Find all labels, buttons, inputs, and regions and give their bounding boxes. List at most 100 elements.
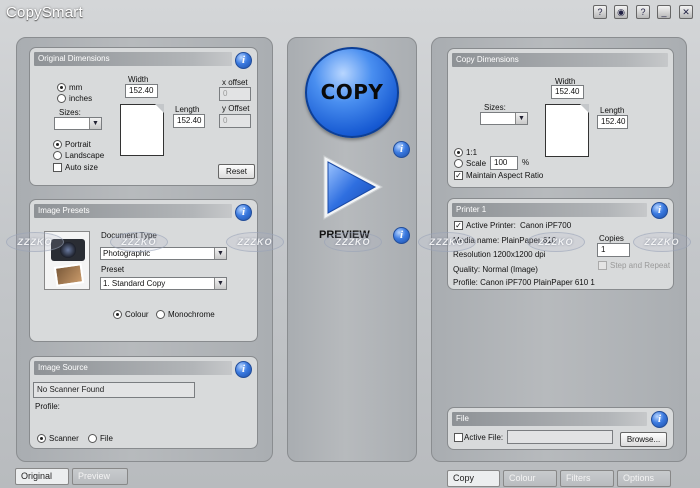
colour-radio[interactable] [113,310,122,319]
info-icon[interactable]: i [651,202,668,219]
colour-label: Colour [125,310,149,319]
width-field[interactable]: 152.40 [125,84,158,98]
scale-radio[interactable] [454,159,463,168]
printer-profile: Profile: Canon iPF700 PlainPaper 610 1 [453,278,595,287]
length-label: Length [175,105,200,114]
tab-options[interactable]: Options [617,470,671,487]
section-header: Printer 1 [452,203,647,217]
sizes-label: Sizes: [59,108,81,117]
close-icon[interactable]: ✕ [679,5,693,19]
x-offset-label: x offset [222,78,248,87]
maintain-aspect-checkbox[interactable]: ✓ [454,171,463,180]
tab-filters[interactable]: Filters [560,470,614,487]
globe-icon[interactable]: ◉ [614,5,628,19]
watermark: ZZZKO [633,232,691,252]
monochrome-label: Monochrome [168,310,215,319]
info-icon[interactable]: i [393,141,410,158]
unit-mm-radio[interactable] [57,83,66,92]
page-icon [120,104,164,156]
active-printer-value: Canon iPF700 [520,221,572,230]
scanner-radio[interactable] [37,434,46,443]
chevron-down-icon: ▼ [515,113,527,124]
browse-button[interactable]: Browse... [620,432,667,447]
active-file-field[interactable] [507,430,613,444]
info-icon[interactable]: i [235,52,252,69]
section-header: Original Dimensions [34,52,232,66]
sizes-select[interactable]: ▼ [54,117,102,130]
scale-field[interactable]: 100 [490,156,518,170]
length-label: Length [600,106,625,115]
active-printer-label: Active Printer: [466,221,516,230]
percent-label: % [522,158,530,167]
page-icon [545,104,589,157]
profile-label: Profile: [35,402,60,411]
watermark: ZZZKO [418,232,476,252]
image-source-section: Image Source i No Scanner Found Profile:… [29,356,258,449]
unit-mm-label: mm [69,83,83,92]
section-header: Image Source [34,361,232,375]
watermark: ZZZKO [6,232,64,252]
unit-inches-label: inches [69,94,93,103]
chevron-down-icon: ▼ [214,248,226,259]
width-field[interactable]: 152.40 [551,85,584,99]
minimize-icon[interactable]: _ [657,5,671,19]
auto-size-label: Auto size [65,163,98,172]
step-repeat-checkbox[interactable] [598,261,607,270]
sizes-label: Sizes: [484,103,506,112]
tab-preview[interactable]: Preview [72,468,128,485]
copy-button[interactable]: COPY [305,47,399,138]
active-file-label: Active File: [464,433,504,442]
app-title: CopySmart [6,4,83,21]
file-section: File i Active File: Browse... [447,407,674,450]
chevron-down-icon: ▼ [89,118,101,129]
original-dimensions-section: Original Dimensions i mm inches Sizes: ▼… [29,47,258,186]
watermark: ZZZKO [527,232,585,252]
monochrome-radio[interactable] [156,310,165,319]
ratio-1-1-label: 1:1 [466,148,478,157]
info-icon[interactable]: i [235,361,252,378]
copies-field[interactable]: 1 [597,243,630,257]
step-repeat-label: Step and Repeat [610,261,671,270]
section-header: Copy Dimensions [452,53,668,67]
file-radio[interactable] [88,434,97,443]
scale-label: Scale [466,159,487,168]
maintain-aspect-label: Maintain Aspect Ratio [466,171,544,180]
quality: Quality: Normal (Image) [453,265,538,274]
length-field[interactable]: 152.40 [597,115,628,129]
scanner-status-field: No Scanner Found [33,382,195,398]
portrait-radio[interactable] [53,140,62,149]
file-label: File [100,434,113,443]
tab-colour[interactable]: Colour [503,470,557,487]
auto-size-checkbox[interactable] [53,163,62,172]
reset-button[interactable]: Reset [218,164,255,179]
help-icon[interactable]: ? [593,5,607,19]
active-file-checkbox[interactable] [454,433,463,442]
scanner-label: Scanner [49,434,79,443]
length-field[interactable]: 152.40 [173,114,205,128]
preset-select[interactable]: 1. Standard Copy ▼ [100,277,227,290]
tab-copy[interactable]: Copy [447,470,500,487]
section-header: File [452,412,647,426]
info-icon[interactable]: i [393,227,410,244]
copy-button-label: COPY [320,80,384,104]
tab-original[interactable]: Original [15,468,69,485]
sizes-select[interactable]: ▼ [480,112,528,125]
copy-dimensions-section: Copy Dimensions Width 152.40 Length 152.… [447,48,674,188]
width-label: Width [128,75,149,84]
info-icon[interactable]: i [651,411,668,428]
landscape-radio[interactable] [53,151,62,160]
portrait-label: Portrait [65,140,91,149]
section-header: Image Presets [34,204,232,218]
copies-label: Copies [599,234,624,243]
unit-inches-radio[interactable] [57,94,66,103]
resolution: Resolution 1200x1200 dpi [453,250,546,259]
question-icon[interactable]: ? [636,5,650,19]
y-offset-field[interactable]: 0 [219,114,251,128]
image-presets-section: Image Presets i Document Type Photograph… [29,199,258,342]
ratio-1-1-radio[interactable] [454,148,463,157]
x-offset-field[interactable]: 0 [219,87,251,101]
active-printer-checkbox[interactable]: ✓ [454,221,463,230]
info-icon[interactable]: i [235,204,252,221]
watermark: ZZZKO [226,232,284,252]
preview-play-icon[interactable] [318,153,386,225]
